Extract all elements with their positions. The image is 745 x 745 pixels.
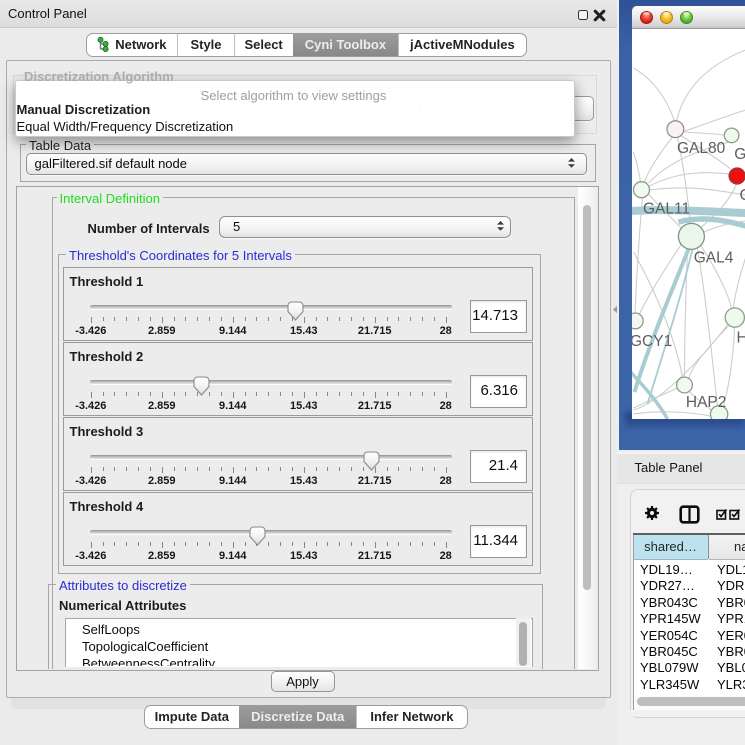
svg-text:GCY1: GCY1 bbox=[632, 333, 672, 350]
svg-text:HI: HI bbox=[736, 330, 745, 347]
svg-text:GAL4: GAL4 bbox=[693, 250, 733, 267]
svg-text:GAL11: GAL11 bbox=[643, 201, 690, 218]
svg-text:CY: CY bbox=[739, 187, 745, 204]
svg-text:GA: GA bbox=[734, 146, 745, 163]
svg-text:GAL80: GAL80 bbox=[677, 140, 726, 157]
svg-text:HAP2: HAP2 bbox=[685, 394, 726, 411]
